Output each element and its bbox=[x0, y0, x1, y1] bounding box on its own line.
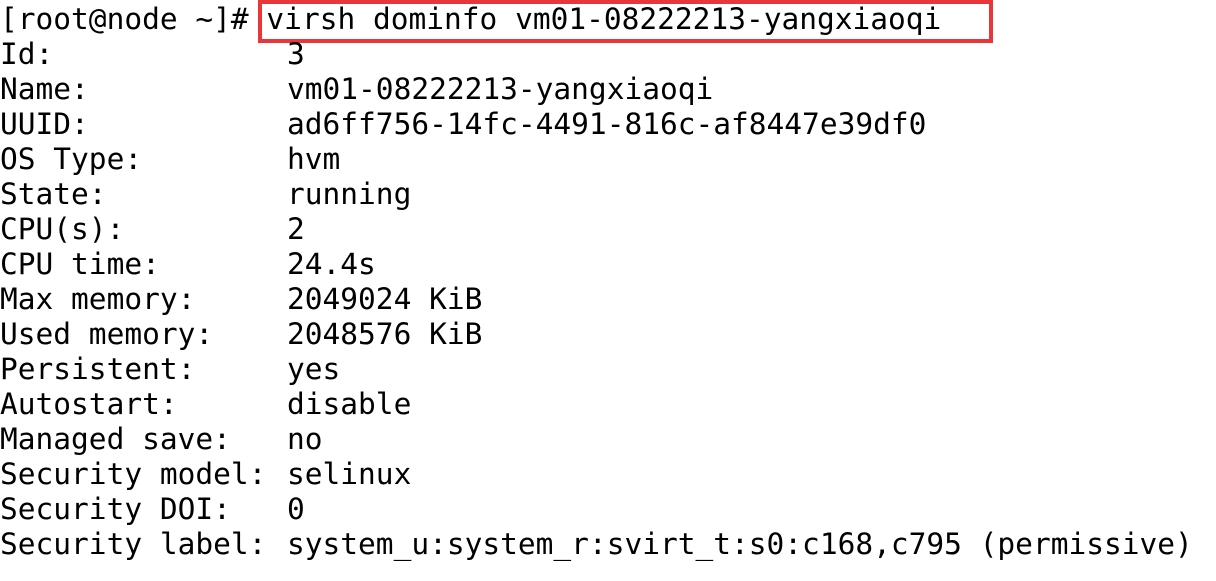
info-key: Used memory: bbox=[0, 317, 214, 351]
info-key: Security label: bbox=[0, 527, 267, 561]
info-value: disable bbox=[287, 387, 412, 421]
info-row-id: Id: 3 bbox=[0, 37, 305, 72]
info-value: running bbox=[287, 177, 412, 211]
info-row-state: State: running bbox=[0, 177, 411, 212]
info-row-uuid: UUID: ad6ff756-14fc-4491-816c-af8447e39d… bbox=[0, 107, 926, 142]
info-row-cpu-time: CPU time: 24.4s bbox=[0, 247, 376, 282]
info-key: CPU time: bbox=[0, 247, 160, 281]
info-key: UUID: bbox=[0, 107, 89, 141]
info-value: no bbox=[287, 422, 323, 456]
info-key: State: bbox=[0, 177, 107, 211]
info-row-security-doi: Security DOI: 0 bbox=[0, 492, 305, 527]
command-highlight-box bbox=[258, 0, 993, 43]
info-value: 0 bbox=[287, 492, 305, 526]
info-value: selinux bbox=[287, 457, 412, 491]
info-key: Managed save: bbox=[0, 422, 231, 456]
info-value: hvm bbox=[287, 142, 341, 176]
info-key: Security DOI: bbox=[0, 492, 231, 526]
info-row-os-type: OS Type: hvm bbox=[0, 142, 340, 177]
info-value: ad6ff756-14fc-4491-816c-af8447e39df0 bbox=[287, 107, 927, 141]
info-value: 24.4s bbox=[287, 247, 376, 281]
info-key: Autostart: bbox=[0, 387, 178, 421]
info-row-persistent: Persistent: yes bbox=[0, 352, 340, 387]
info-key: Id: bbox=[0, 37, 54, 71]
info-key: Security model: bbox=[0, 457, 267, 491]
info-row-name: Name: vm01-08222213-yangxiaoqi bbox=[0, 72, 713, 107]
info-row-autostart: Autostart: disable bbox=[0, 387, 411, 422]
info-value: 2049024 KiB bbox=[287, 282, 483, 316]
info-value: system_u:system_r:svirt_t:s0:c168,c795 (… bbox=[287, 527, 1193, 561]
info-key: Persistent: bbox=[0, 352, 196, 386]
info-row-managed-save: Managed save: no bbox=[0, 422, 323, 457]
info-row-security-label: Security label: system_u:system_r:svirt_… bbox=[0, 527, 1193, 562]
info-key: Max memory: bbox=[0, 282, 196, 316]
info-key: CPU(s): bbox=[0, 212, 125, 246]
info-row-used-memory: Used memory: 2048576 KiB bbox=[0, 317, 482, 352]
info-row-security-model: Security model: selinux bbox=[0, 457, 411, 492]
info-value: 3 bbox=[287, 37, 305, 71]
shell-prompt: [root@node ~]# bbox=[0, 2, 267, 36]
info-value: vm01-08222213-yangxiaoqi bbox=[287, 72, 714, 106]
info-row-cpus: CPU(s): 2 bbox=[0, 212, 305, 247]
info-value: yes bbox=[287, 352, 341, 386]
info-key: Name: bbox=[0, 72, 89, 106]
info-value: 2048576 KiB bbox=[287, 317, 483, 351]
info-value: 2 bbox=[287, 212, 305, 246]
info-row-max-memory: Max memory: 2049024 KiB bbox=[0, 282, 482, 317]
terminal-window[interactable]: [root@node ~]# virsh dominfo vm01-082222… bbox=[0, 0, 1216, 581]
info-key: OS Type: bbox=[0, 142, 143, 176]
